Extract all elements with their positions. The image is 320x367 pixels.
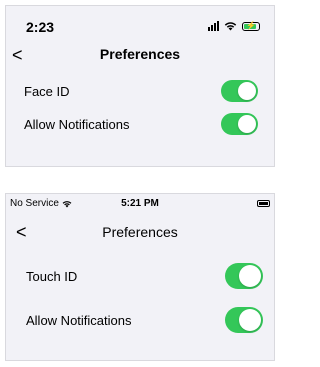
setting-row-allow-notifications: Allow Notifications [6, 307, 274, 335]
page-title: Preferences [102, 224, 178, 240]
setting-row-face-id: Face ID [6, 78, 274, 106]
status-time: 5:21 PM [121, 198, 159, 209]
preferences-screen-top: 2:23 ⚡ < Preferences Face ID Allow Notif… [5, 5, 275, 167]
setting-label: Allow Notifications [24, 117, 130, 132]
battery-charging-icon: ⚡ [242, 21, 260, 31]
setting-row-allow-notifications: Allow Notifications [6, 111, 274, 139]
setting-label: Allow Notifications [26, 313, 132, 328]
allow-notifications-toggle[interactable] [225, 307, 263, 333]
setting-label: Touch ID [26, 269, 78, 284]
preferences-screen-bottom: No Service 5:21 PM < Preferences Touch I… [5, 193, 275, 361]
allow-notifications-toggle[interactable] [221, 113, 258, 135]
status-icons: ⚡ [208, 21, 260, 31]
cellular-signal-icon [208, 21, 219, 31]
wifi-icon [224, 21, 237, 31]
nav-bar: < Preferences [6, 44, 274, 68]
battery-icon [257, 200, 270, 207]
setting-label: Face ID [24, 84, 70, 99]
setting-row-touch-id: Touch ID [6, 263, 274, 291]
status-bar: No Service 5:21 PM [6, 194, 274, 212]
status-bar: 2:23 ⚡ [6, 16, 274, 40]
page-title: Preferences [99, 46, 181, 62]
touch-id-toggle[interactable] [225, 263, 263, 289]
face-id-toggle[interactable] [221, 80, 258, 102]
status-time: 2:23 [26, 19, 55, 35]
nav-bar: < Preferences [6, 221, 274, 245]
